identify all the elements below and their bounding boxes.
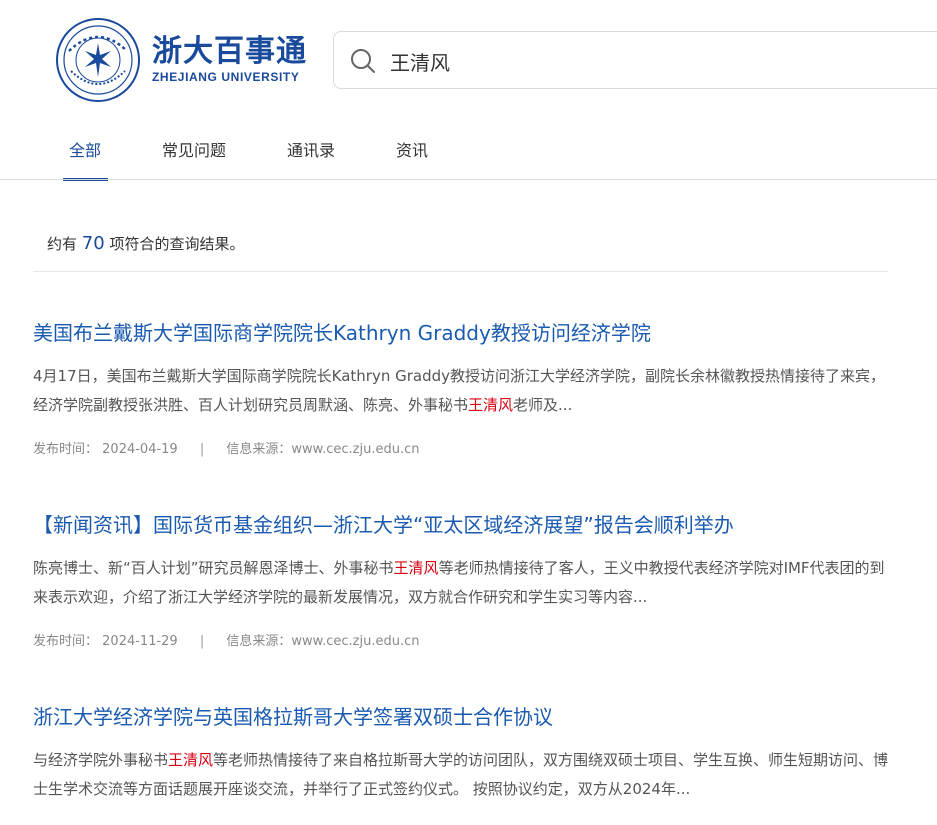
result-count-prefix: 约有 bbox=[47, 235, 78, 253]
result-count-divider bbox=[33, 271, 888, 272]
source-url: www.cec.zju.edu.cn bbox=[291, 442, 420, 457]
date-label: 发布时间： bbox=[33, 442, 99, 457]
result-title-link[interactable]: 【新闻资讯】国际货币基金组织—浙江大学“亚太区域经济展望”报告会顺利举办 bbox=[33, 510, 903, 540]
meta-separator: | bbox=[199, 442, 205, 457]
category-tabs: 全部 常见问题 通讯录 资讯 bbox=[0, 130, 937, 180]
university-seal-logo[interactable] bbox=[56, 18, 140, 102]
result-snippet: 4月17日，美国布兰戴斯大学国际商学院院长Kathryn Graddy教授访问浙… bbox=[33, 362, 893, 420]
result-count-suffix: 项符合的查询结果。 bbox=[109, 235, 245, 253]
brand-name-en: ZHEJIANG UNIVERSITY bbox=[152, 70, 300, 84]
tabs-divider bbox=[0, 179, 937, 180]
snippet-text: 与经济学院外事秘书 bbox=[33, 751, 169, 769]
snippet-highlight: 王清风 bbox=[468, 396, 514, 414]
tab-faq[interactable]: 常见问题 bbox=[162, 140, 226, 162]
date-label: 发布时间： bbox=[33, 634, 99, 649]
search-input[interactable] bbox=[390, 46, 890, 76]
result-count: 约有 70 项符合的查询结果。 bbox=[47, 232, 245, 256]
tab-directory[interactable]: 通讯录 bbox=[287, 140, 335, 162]
brand-name-cn[interactable]: 浙大百事通 bbox=[152, 34, 307, 70]
result-snippet: 陈亮博士、新“百人计划”研究员解恩泽博士、外事秘书王清风等老师热情接待了客人，王… bbox=[33, 554, 893, 612]
snippet-text: 陈亮博士、新“百人计划”研究员解恩泽博士、外事秘书 bbox=[33, 559, 394, 577]
result-title-link[interactable]: 美国布兰戴斯大学国际商学院院长Kathryn Graddy教授访问经济学院 bbox=[33, 318, 903, 348]
tab-all[interactable]: 全部 bbox=[69, 140, 101, 162]
result-meta: 发布时间： 2024-11-29 | 信息来源：www.cec.zju.edu.… bbox=[33, 632, 903, 652]
result-title-link[interactable]: 浙江大学经济学院与英国格拉斯哥大学签署双硕士合作协议 bbox=[33, 702, 903, 732]
result-meta: 发布时间： 2024-04-19 | 信息来源：www.cec.zju.edu.… bbox=[33, 440, 903, 460]
search-result: 浙江大学经济学院与英国格拉斯哥大学签署双硕士合作协议 与经济学院外事秘书王清风等… bbox=[33, 702, 903, 804]
publish-date: 2024-04-19 bbox=[102, 442, 178, 457]
search-box[interactable] bbox=[333, 31, 937, 89]
tab-news[interactable]: 资讯 bbox=[396, 140, 428, 162]
result-count-number: 70 bbox=[81, 233, 105, 254]
snippet-text: 老师及... bbox=[513, 396, 573, 414]
source-label: 信息来源： bbox=[226, 442, 292, 457]
search-result: 美国布兰戴斯大学国际商学院院长Kathryn Graddy教授访问经济学院 4月… bbox=[33, 318, 903, 460]
snippet-highlight: 王清风 bbox=[168, 751, 214, 769]
search-result: 【新闻资讯】国际货币基金组织—浙江大学“亚太区域经济展望”报告会顺利举办 陈亮博… bbox=[33, 510, 903, 652]
meta-separator: | bbox=[199, 634, 205, 649]
result-snippet: 与经济学院外事秘书王清风等老师热情接待了来自格拉斯哥大学的访问团队，双方围绕双硕… bbox=[33, 746, 893, 804]
seal-emblem-icon bbox=[63, 25, 133, 95]
snippet-highlight: 王清风 bbox=[393, 559, 439, 577]
source-label: 信息来源： bbox=[226, 634, 292, 649]
source-url: www.cec.zju.edu.cn bbox=[291, 634, 420, 649]
publish-date: 2024-11-29 bbox=[102, 634, 178, 649]
search-icon[interactable] bbox=[350, 48, 376, 74]
snippet-text: 4月17日，美国布兰戴斯大学国际商学院院长Kathryn Graddy教授访问浙… bbox=[33, 367, 886, 414]
